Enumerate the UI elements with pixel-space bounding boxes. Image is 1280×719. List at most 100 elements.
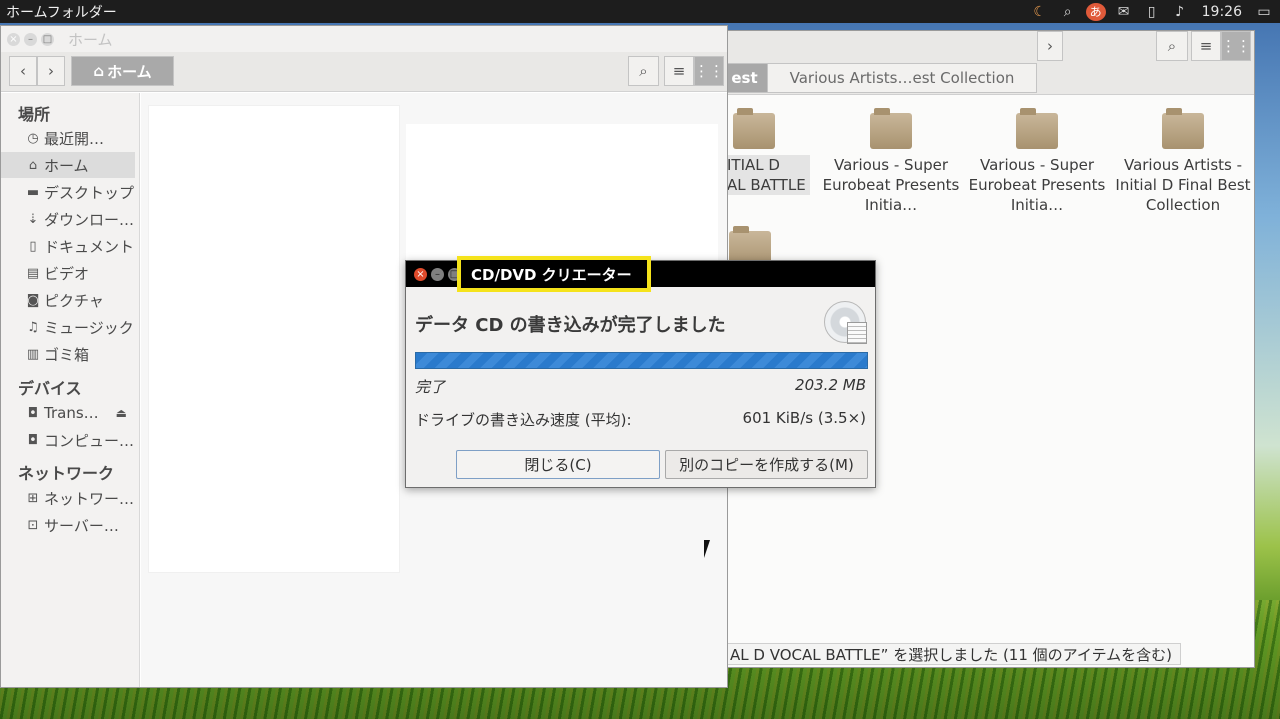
film-icon: ▤ (26, 265, 40, 281)
status-label: 完了 (415, 378, 446, 396)
top-panel: ホームフォルダー ☾ ⌕ あ ✉ ▯ ♪ 19:26 ▭ (0, 0, 1280, 23)
sidebar-item-home[interactable]: ⌂ ホーム (1, 152, 135, 178)
close-icon[interactable]: × (7, 32, 20, 46)
search-icon: ⌕ (1167, 37, 1177, 55)
maximize-icon[interactable]: □ (41, 32, 54, 46)
mouse-cursor-icon (704, 540, 710, 558)
battery-icon[interactable]: ▯ (1142, 3, 1162, 21)
sidebar-item-transfer-drive[interactable]: ◘ Trans… ⏏ (1, 400, 135, 426)
folder-icon: ▬ (26, 184, 40, 200)
sidebar-item-trash[interactable]: ▥ ゴミ箱 (1, 341, 135, 367)
sidebar-item-desktop[interactable]: ▬ デスクトップ (1, 179, 135, 205)
moon-icon[interactable]: ☾ (1030, 3, 1050, 21)
sidebar-item-music[interactable]: ♫ ミュージック (1, 314, 135, 340)
grid-view-button[interactable]: ⋮⋮ (694, 56, 724, 86)
document-icon: ▯ (29, 238, 37, 254)
folder-icon (1162, 108, 1204, 149)
network-header: ネットワーク (18, 464, 115, 483)
window-title: ホーム (68, 30, 113, 49)
list-view-button[interactable]: ≡ (664, 56, 694, 86)
folder-label: Various - Super Eurobeat Presents Initia… (968, 156, 1106, 214)
chevron-right-icon: › (48, 62, 54, 80)
eject-icon[interactable]: ⏏ (116, 406, 127, 420)
clock-icon: ◷ (27, 130, 39, 146)
burn-complete-dialog[interactable]: × – □ CD/DVD クリエーター データ CD の書き込みが完了しました … (405, 256, 876, 488)
grid-view-button[interactable]: ⋮⋮ (1221, 31, 1251, 61)
drive-icon: ◘ (27, 405, 39, 421)
folder-item[interactable]: Various - Super Eurobeat Presents Initia… (821, 108, 961, 215)
minimize-icon[interactable]: – (24, 32, 37, 46)
make-another-copy-button[interactable]: 別のコピーを作成する(M) (665, 450, 868, 479)
close-button[interactable]: 閉じる(C) (456, 450, 660, 479)
folder-label: Various - Super Eurobeat Presents Initia… (822, 156, 960, 214)
file-view-blank-region (149, 106, 399, 572)
disc-icon (824, 301, 867, 344)
dialog-titlebar[interactable]: × – □ CD/DVD クリエーター (406, 256, 875, 292)
close-icon[interactable]: × (414, 267, 427, 281)
forward-button[interactable]: › (37, 56, 65, 86)
input-method-icon[interactable]: あ (1085, 2, 1106, 21)
search-tray-icon[interactable]: ⌕ (1058, 3, 1078, 21)
status-bar: AL D VOCAL BATTLE” を選択しました (11 個のアイテムを含む… (721, 643, 1182, 665)
active-app-name: ホームフォルダー (6, 4, 117, 21)
breadcrumb-current[interactable]: Various Artists…est Collection (767, 63, 1037, 93)
progress-bar (415, 352, 868, 369)
volume-icon[interactable]: ♪ (1170, 3, 1190, 21)
home-toolbar: ‹ › ⌂ ホーム ⌕ ≡ ⋮⋮ (1, 52, 727, 92)
folder-icon (733, 108, 775, 149)
location-home-button[interactable]: ⌂ ホーム (71, 56, 174, 86)
chevron-right-icon: › (1047, 37, 1053, 55)
home-icon: ⌂ (28, 157, 38, 173)
sidebar-item-recent[interactable]: ◷ 最近開… (1, 125, 135, 151)
list-icon: ≡ (1199, 37, 1213, 55)
home-icon: ⌂ (93, 62, 105, 80)
server-icon: ⊡ (27, 517, 39, 533)
minimize-icon[interactable]: – (431, 267, 444, 281)
devices-header: デバイス (18, 379, 82, 398)
speed-row: ドライブの書き込み速度 (平均): 601 KiB/s (3.5×) (415, 409, 866, 430)
trash-icon: ▥ (26, 346, 40, 362)
dialog-title: CD/DVD クリエーター (457, 256, 651, 292)
grid-icon: ⋮⋮ (1221, 37, 1251, 55)
chevron-left-icon: ‹ (20, 62, 26, 80)
search-button[interactable]: ⌕ (1156, 31, 1188, 61)
home-titlebar[interactable]: × – □ ホーム (1, 26, 727, 52)
drive-icon: ◘ (27, 432, 39, 448)
folder-item[interactable]: Various Artists - Initial D Final Best C… (1113, 108, 1253, 215)
breadcrumb-forward-button[interactable]: › (1037, 31, 1063, 61)
list-view-button[interactable]: ≡ (1191, 31, 1221, 61)
size-value: 203.2 MB (795, 376, 866, 394)
sidebar-item-documents[interactable]: ▯ ドキュメント (1, 233, 135, 259)
speed-label: ドライブの書き込み速度 (平均): (415, 411, 632, 429)
clock[interactable]: 19:26 (1202, 4, 1242, 20)
list-icon: ≡ (672, 62, 686, 80)
back-button[interactable]: ‹ (9, 56, 37, 86)
sidebar-item-pictures[interactable]: ◙ ピクチャ (1, 287, 135, 313)
system-tray: ☾ ⌕ あ ✉ ▯ ♪ 19:26 ▭ (1030, 2, 1274, 21)
sidebar-item-computer[interactable]: ◘ コンピュー… (1, 427, 135, 453)
network-icon: ⊞ (27, 490, 39, 506)
breadcrumb-parent[interactable]: est (721, 63, 768, 93)
folder-item[interactable]: Various - Super Eurobeat Presents Initia… (967, 108, 1107, 215)
search-button[interactable]: ⌕ (628, 56, 659, 86)
folder-icon (870, 108, 912, 149)
progress-fill (416, 353, 867, 368)
dialog-heading: データ CD の書き込みが完了しました (415, 315, 726, 336)
search-icon: ⌕ (639, 62, 648, 80)
download-icon: ⇣ (27, 211, 39, 227)
grid-icon: ⋮⋮ (694, 62, 724, 80)
camera-icon: ◙ (26, 292, 40, 308)
sidebar-item-server[interactable]: ⊡ サーバー… (1, 512, 135, 538)
mail-icon[interactable]: ✉ (1114, 3, 1134, 21)
folder-icon (1016, 108, 1058, 149)
sidebar-item-downloads[interactable]: ⇣ ダウンロー… (1, 206, 135, 232)
places-header: 場所 (18, 105, 51, 124)
folder-label: ITIAL D AL BATTLE (723, 155, 810, 195)
display-icon[interactable]: ▭ (1254, 3, 1274, 21)
music-icon: ♫ (27, 319, 39, 335)
speed-value: 601 KiB/s (3.5×) (742, 409, 866, 427)
sidebar-item-network[interactable]: ⊞ ネットワー… (1, 485, 135, 511)
sidebar: 場所 ◷ 最近開… ⌂ ホーム ▬ デスクトップ ⇣ ダウンロー… ▯ ドキュメント ▤ ビ… (1, 93, 140, 687)
sidebar-item-videos[interactable]: ▤ ビデオ (1, 260, 135, 286)
status-row: 完了 203.2 MB (415, 376, 866, 397)
